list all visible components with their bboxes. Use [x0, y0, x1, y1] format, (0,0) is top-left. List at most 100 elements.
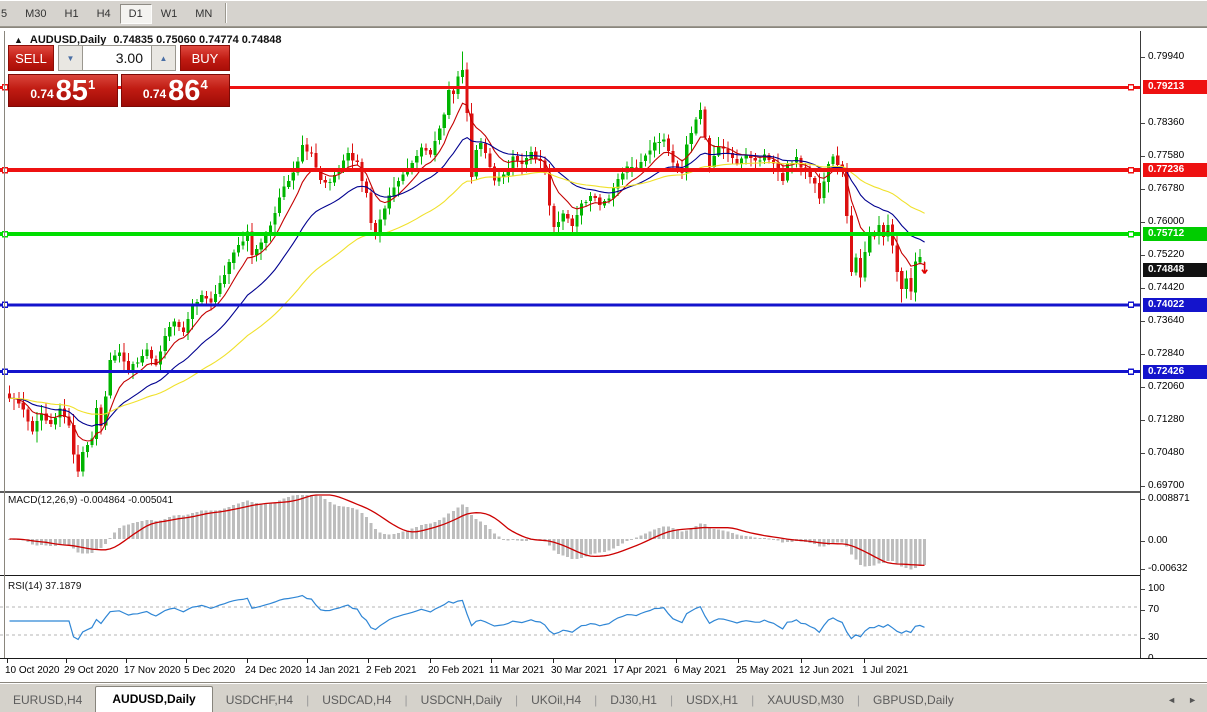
sell-price-button[interactable]: 0.74 85 1	[8, 74, 118, 107]
sell-price-prefix: 0.74	[30, 87, 53, 101]
timeframe-toolbar: 5M30H1H4D1W1MN	[0, 0, 1207, 27]
date-axis-label: 29 Oct 2020	[64, 665, 118, 676]
date-axis-label: 11 Mar 2021	[489, 665, 544, 676]
macd-axis-tick	[1141, 541, 1145, 542]
macd-axis-label: -0.00632	[1148, 563, 1187, 574]
price-axis-label: 0.76780	[1148, 183, 1184, 194]
timeframe-button-m30[interactable]: M30	[16, 4, 55, 24]
date-axis-tick	[676, 659, 677, 663]
price-axis-tick	[1141, 453, 1145, 454]
buy-button[interactable]: BUY	[180, 45, 230, 71]
date-axis-label: 24 Dec 2020	[245, 665, 302, 676]
timeframe-button-d1[interactable]: D1	[120, 4, 152, 24]
price-axis-label: 0.78360	[1148, 117, 1184, 128]
date-axis-tick	[738, 659, 739, 663]
buy-price-button[interactable]: 0.74 86 4	[121, 74, 231, 107]
price-level-badge: 0.74848	[1143, 263, 1207, 277]
date-axis[interactable]: 10 Oct 202029 Oct 202017 Nov 20205 Dec 2…	[0, 659, 1207, 683]
volume-increase-button[interactable]: ▲	[151, 45, 176, 71]
price-axis-tick	[1141, 255, 1145, 256]
chart-tab-xauusd-m30[interactable]: XAUUSD,M30	[754, 688, 857, 712]
chart-tab-ukoil-h4[interactable]: UKOil,H4	[518, 688, 594, 712]
price-axis-tick	[1141, 288, 1145, 289]
terminal-window: 5M30H1H4D1W1MN ▲ AUDUSD,Daily 0.74835 0.…	[0, 0, 1207, 712]
tab-scroll-arrows: ◄►	[1167, 695, 1197, 712]
timeframe-button-w1[interactable]: W1	[152, 4, 187, 24]
price-axis-label: 0.70480	[1148, 447, 1184, 458]
price-level-badge: 0.74022	[1143, 298, 1207, 312]
price-axis[interactable]: 0.799400.783600.775800.767800.760000.752…	[1140, 31, 1207, 658]
price-axis-tick	[1141, 420, 1145, 421]
date-axis-label: 1 Jul 2021	[862, 665, 908, 676]
price-axis-label: 0.69700	[1148, 480, 1184, 491]
chart-tab-usdchf-h4[interactable]: USDCHF,H4	[213, 688, 306, 712]
price-axis-tick	[1141, 387, 1145, 388]
price-axis-tick	[1141, 222, 1145, 223]
timeframe-button-h4[interactable]: H4	[88, 4, 120, 24]
tab-scroll-left-icon[interactable]: ◄	[1167, 695, 1176, 705]
sell-price-sup: 1	[88, 77, 95, 92]
timeframe-button-5[interactable]: 5	[0, 4, 16, 24]
rsi-axis-tick	[1141, 638, 1145, 639]
plot-frame	[4, 31, 1141, 658]
price-axis-label: 0.72840	[1148, 348, 1184, 359]
chart-tab-dj30-h1[interactable]: DJ30,H1	[597, 688, 670, 712]
price-axis-label: 0.75220	[1148, 249, 1184, 260]
price-axis-tick	[1141, 486, 1145, 487]
price-axis-tick	[1141, 123, 1145, 124]
toolbar-separator	[225, 3, 227, 23]
chart-tab-bar: EURUSD,H4AUDUSD,DailyUSDCHF,H4|USDCAD,H4…	[0, 683, 1207, 712]
rsi-axis-label: 30	[1148, 632, 1159, 643]
collapse-panel-icon[interactable]: ▲	[14, 35, 23, 45]
date-axis-tick	[615, 659, 616, 663]
date-axis-tick	[307, 659, 308, 663]
date-axis-label: 2 Feb 2021	[366, 665, 417, 676]
chart-tab-gbpusd-daily[interactable]: GBPUSD,Daily	[860, 688, 967, 712]
chart-tab-usdx-h1[interactable]: USDX,H1	[673, 688, 751, 712]
volume-decrease-button[interactable]: ▼	[58, 45, 83, 71]
buy-price-big: 86	[168, 78, 200, 104]
date-axis-tick	[801, 659, 802, 663]
macd-axis-tick	[1141, 569, 1145, 570]
macd-axis-label: 0.00	[1148, 535, 1167, 546]
timeframe-button-h1[interactable]: H1	[56, 4, 88, 24]
macd-axis-tick	[1141, 499, 1145, 500]
chart-tab-audusd-daily[interactable]: AUDUSD,Daily	[95, 686, 212, 712]
date-axis-tick	[864, 659, 865, 663]
one-click-trade-panel: SELL ▼ 3.00 ▲ BUY 0.74 85 1 0.74 86 4	[8, 45, 230, 107]
rsi-axis-label: 100	[1148, 583, 1165, 594]
chart-tab-usdcad-h4[interactable]: USDCAD,H4	[309, 688, 404, 712]
buy-price-prefix: 0.74	[143, 87, 166, 101]
chart-tab-usdcnh-daily[interactable]: USDCNH,Daily	[408, 688, 515, 712]
chart-window: ▲ AUDUSD,Daily 0.74835 0.75060 0.74774 0…	[0, 27, 1207, 684]
price-axis-label: 0.77580	[1148, 150, 1184, 161]
date-axis-label: 10 Oct 2020	[5, 665, 59, 676]
price-level-badge: 0.77236	[1143, 163, 1207, 177]
date-axis-tick	[491, 659, 492, 663]
date-axis-tick	[7, 659, 8, 663]
price-level-badge: 0.75712	[1143, 227, 1207, 241]
date-axis-tick	[66, 659, 67, 663]
tab-scroll-right-icon[interactable]: ►	[1188, 695, 1197, 705]
price-axis-tick	[1141, 321, 1145, 322]
price-level-badge: 0.79213	[1143, 80, 1207, 94]
timeframe-button-mn[interactable]: MN	[186, 4, 221, 24]
date-axis-label: 17 Apr 2021	[613, 665, 667, 676]
sell-price-big: 85	[56, 78, 88, 104]
price-axis-tick	[1141, 354, 1145, 355]
sell-button[interactable]: SELL	[8, 45, 54, 71]
price-axis-tick	[1141, 189, 1145, 190]
price-axis-tick	[1141, 156, 1145, 157]
date-axis-label: 12 Jun 2021	[799, 665, 854, 676]
date-axis-label: 6 May 2021	[674, 665, 726, 676]
date-axis-label: 14 Jan 2021	[305, 665, 360, 676]
date-axis-tick	[368, 659, 369, 663]
rsi-axis-tick	[1141, 610, 1145, 611]
volume-input[interactable]: 3.00	[83, 45, 151, 71]
price-axis-label: 0.71280	[1148, 414, 1184, 425]
price-axis-label: 0.74420	[1148, 282, 1184, 293]
rsi-label: RSI(14) 37.1879	[8, 581, 81, 592]
chart-tab-eurusd-h4[interactable]: EURUSD,H4	[0, 688, 95, 712]
macd-label: MACD(12,26,9) -0.004864 -0.005041	[8, 495, 173, 506]
date-axis-tick	[126, 659, 127, 663]
